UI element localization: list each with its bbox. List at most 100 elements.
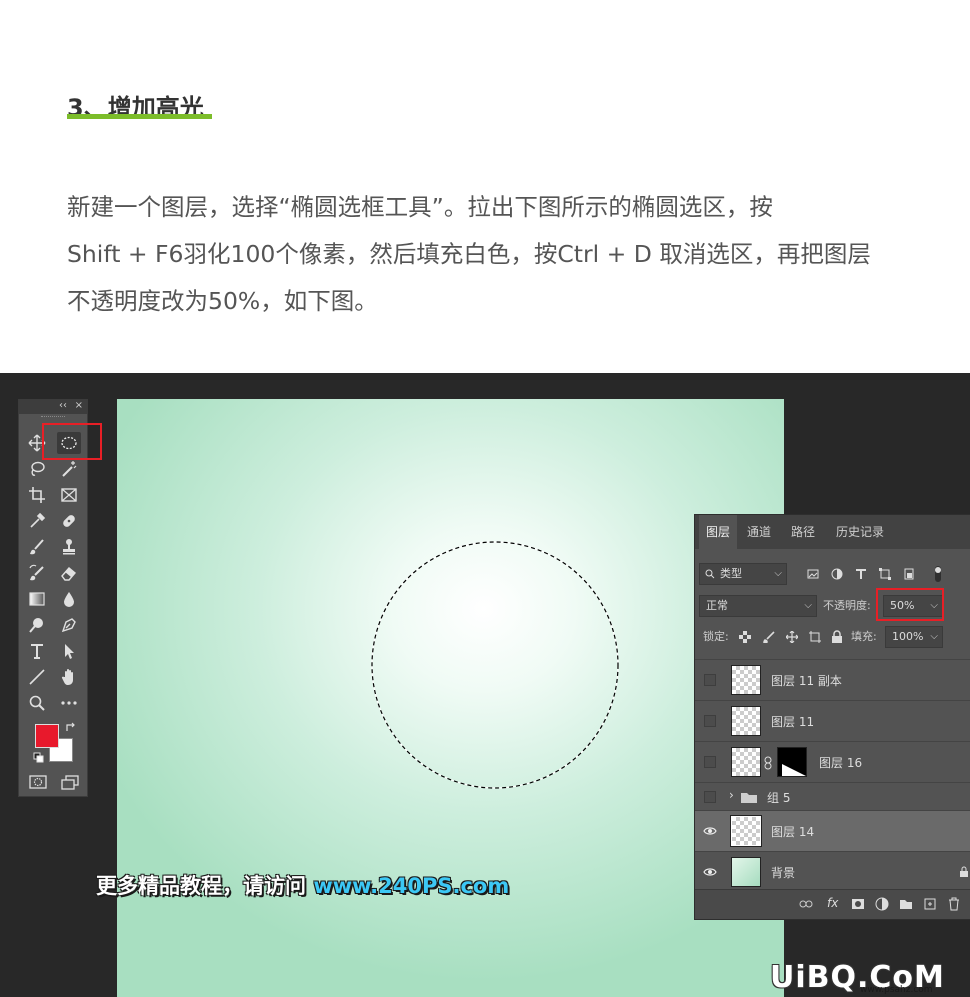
lock-all-icon[interactable] [831, 630, 843, 643]
visibility-toggle[interactable] [704, 791, 716, 803]
paragraph-line-3: 不透明度改为50%，如下图。 [67, 287, 378, 315]
pen-icon[interactable] [57, 614, 81, 636]
clone-stamp-icon[interactable] [57, 536, 81, 558]
fx-icon[interactable]: fx [827, 896, 838, 910]
history-brush-icon[interactable] [25, 562, 49, 584]
filter-shape-icon[interactable] [879, 568, 891, 580]
swap-colors-icon[interactable] [65, 722, 77, 734]
crop-icon[interactable] [25, 484, 49, 506]
line-icon[interactable] [25, 666, 49, 688]
layer-thumbnail [731, 857, 761, 887]
visibility-toggle[interactable] [704, 674, 716, 686]
magic-wand-icon[interactable] [57, 458, 81, 480]
link-layers-icon[interactable] [799, 897, 813, 911]
lock-pixels-icon[interactable] [763, 631, 775, 643]
new-layer-icon[interactable] [923, 897, 937, 911]
screen-mode-icon[interactable] [61, 774, 79, 790]
lock-artboard-icon[interactable] [809, 631, 821, 643]
filter-pixel-icon[interactable] [807, 568, 819, 580]
collapse-icon[interactable]: ‹‹ [59, 400, 67, 411]
filter-smart-object-icon[interactable] [903, 568, 915, 580]
eraser-icon[interactable] [57, 562, 81, 584]
layer-row[interactable]: 图层 16 [695, 741, 970, 782]
hand-icon[interactable] [57, 666, 81, 688]
layer-name: 背景 [771, 866, 796, 880]
add-mask-icon[interactable] [851, 897, 865, 911]
chevron-right-icon[interactable]: › [729, 788, 734, 802]
watermark-small: www.psahz.com [860, 985, 933, 995]
new-group-icon[interactable] [899, 897, 913, 911]
blur-icon[interactable] [57, 588, 81, 610]
filter-toggle-icon[interactable] [933, 565, 943, 583]
lock-icon [960, 866, 968, 877]
brush-icon[interactable] [25, 536, 49, 558]
tab-paths[interactable]: 路径 [784, 515, 822, 549]
delete-layer-icon[interactable] [947, 897, 961, 911]
lasso-icon[interactable] [25, 458, 49, 480]
layer-name: 图层 16 [819, 756, 863, 770]
paragraph-line-1: 新建一个图层，选择“椭圆选框工具”。拉出下图所示的椭圆选区，按 [67, 193, 773, 221]
filter-kind-label: 类型 [720, 567, 742, 580]
lock-label: 锁定: [703, 630, 729, 643]
marquee-tool-highlight [42, 423, 102, 460]
layer-name: 图层 14 [771, 825, 815, 839]
visibility-toggle[interactable] [704, 756, 716, 768]
watermark-cn: 更多精品教程，请访问 [96, 874, 314, 898]
watermark-url: www.240PS.com [313, 874, 510, 898]
lock-position-icon[interactable] [786, 631, 798, 643]
frame-icon[interactable] [57, 484, 81, 506]
filter-type-icon[interactable] [855, 568, 867, 580]
tab-history[interactable]: 历史记录 [829, 515, 891, 549]
filter-kind-select[interactable]: 类型 ⌵ [699, 563, 787, 585]
type-icon[interactable] [25, 640, 49, 662]
blend-mode-value: 正常 [706, 599, 728, 612]
layers-bottom-bar: fx [695, 889, 970, 919]
tools-panel-header: ‹‹ × [19, 400, 87, 414]
layer-name: 图层 11 [771, 715, 815, 729]
filter-row: 类型 ⌵ [695, 563, 970, 589]
layers-panel: 图层 通道 路径 历史记录 类型 ⌵ 正常 ⌵ 不透明度: 50% ⌵ 锁定: … [694, 514, 970, 920]
layer-name: 图层 11 副本 [771, 674, 842, 688]
zoom-icon[interactable] [25, 692, 49, 714]
lock-transparent-icon[interactable] [739, 631, 751, 643]
layer-thumbnail [731, 706, 761, 736]
layer-row[interactable]: 图层 11 [695, 700, 970, 741]
layer-row[interactable]: 图层 11 副本 [695, 659, 970, 700]
eyedropper-icon[interactable] [25, 510, 49, 532]
layer-row-selected[interactable]: 图层 14 [695, 810, 970, 851]
panel-grip[interactable] [41, 416, 65, 422]
step-title-underline [67, 114, 212, 119]
chevron-down-icon: ⌵ [774, 568, 782, 579]
blend-mode-select[interactable]: 正常 ⌵ [699, 595, 817, 617]
default-colors-icon[interactable] [33, 752, 45, 764]
tab-channels[interactable]: 通道 [740, 515, 778, 549]
layer-group-row[interactable]: › 组 5 [695, 782, 970, 810]
gradient-icon[interactable] [25, 588, 49, 610]
adjustment-layer-icon[interactable] [875, 897, 889, 911]
eye-icon[interactable] [703, 865, 717, 879]
photoshop-workspace: ‹‹ × 图层 通道 路径 历史记录 类型 ⌵ 正常 ⌵ 不透明度: 50% ⌵… [0, 373, 970, 997]
filter-adjustment-icon[interactable] [831, 568, 843, 580]
tab-layers[interactable]: 图层 [699, 515, 738, 549]
fill-value: 100% [892, 630, 924, 643]
quick-mask-icon[interactable] [29, 774, 47, 790]
dodge-icon[interactable] [25, 614, 49, 636]
path-selection-icon[interactable] [57, 640, 81, 662]
healing-brush-icon[interactable] [57, 510, 81, 532]
layer-thumbnail [731, 747, 761, 777]
layer-thumbnail [730, 815, 762, 847]
more-tools-icon[interactable] [57, 692, 81, 714]
fill-label: 填充: [851, 630, 877, 643]
close-icon[interactable]: × [75, 400, 83, 411]
folder-icon [741, 793, 757, 803]
fill-input[interactable]: 100% ⌵ [885, 626, 943, 648]
layer-row[interactable]: 背景 [695, 851, 970, 892]
lock-row: 锁定: 填充: 100% ⌵ [695, 626, 970, 650]
panel-tabs: 图层 通道 路径 历史记录 [695, 515, 970, 549]
foreground-color-swatch[interactable] [35, 724, 59, 748]
elliptical-selection[interactable] [370, 541, 622, 793]
link-icon[interactable] [763, 756, 773, 770]
visibility-toggle[interactable] [704, 715, 716, 727]
eye-icon[interactable] [703, 824, 717, 838]
layer-mask-thumbnail[interactable] [777, 747, 807, 777]
